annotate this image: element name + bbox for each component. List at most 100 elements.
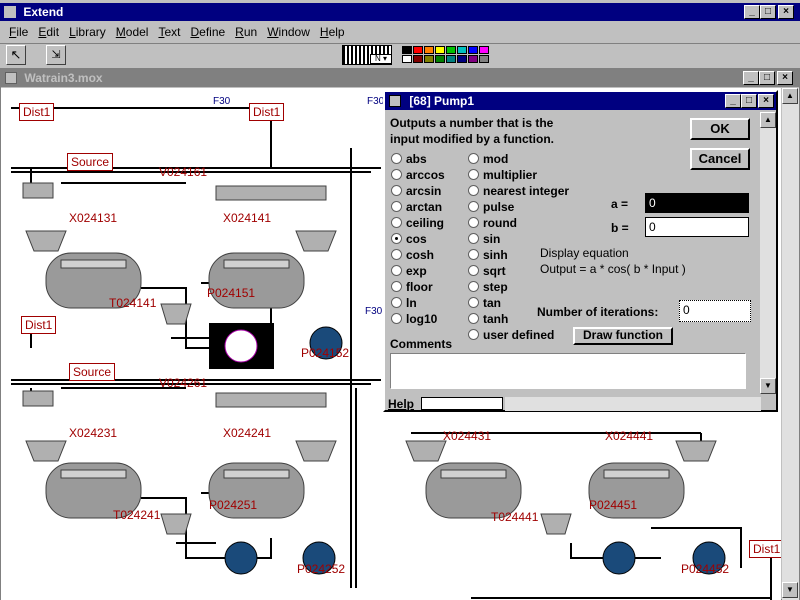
color-swatch[interactable] <box>435 55 445 63</box>
radio-icon[interactable] <box>391 169 402 180</box>
function-radio-floor[interactable]: floor <box>391 280 433 294</box>
color-swatch[interactable] <box>424 46 434 54</box>
function-radio-ln[interactable]: ln <box>391 296 417 310</box>
function-radio-cosh[interactable]: cosh <box>391 248 434 262</box>
radio-icon[interactable] <box>391 281 402 292</box>
menu-help[interactable]: Help <box>315 22 350 42</box>
radio-icon[interactable] <box>391 201 402 212</box>
scroll-down-icon[interactable]: ▼ <box>782 582 798 598</box>
menu-file[interactable]: File <box>4 22 33 42</box>
color-swatch[interactable] <box>479 46 489 54</box>
function-radio-sinh[interactable]: sinh <box>468 248 508 262</box>
source-label[interactable]: Source <box>69 363 116 381</box>
function-radio-abs[interactable]: abs <box>391 152 427 166</box>
radio-icon[interactable] <box>468 329 479 340</box>
model-vertical-scrollbar[interactable]: ▲ ▼ <box>782 88 799 600</box>
radio-icon[interactable] <box>391 313 402 324</box>
dialog-scroll-up-icon[interactable]: ▲ <box>760 112 776 128</box>
dialog-vertical-scrollbar[interactable]: ▲ ▼ <box>760 112 776 394</box>
dist-label[interactable]: Dist1 <box>249 103 285 121</box>
function-radio-tanh[interactable]: tanh <box>468 312 508 326</box>
radio-icon[interactable] <box>391 265 402 276</box>
comments-textarea[interactable] <box>390 353 746 389</box>
function-radio-log10[interactable]: log10 <box>391 312 437 326</box>
dialog-close-button[interactable]: × <box>758 94 774 108</box>
color-swatch[interactable] <box>468 46 478 54</box>
model-close-button[interactable]: × <box>777 71 793 85</box>
color-swatch[interactable] <box>435 46 445 54</box>
iterations-input[interactable]: 0 <box>679 300 751 322</box>
function-radio-exp[interactable]: exp <box>391 264 427 278</box>
color-swatch[interactable] <box>413 55 423 63</box>
color-swatch[interactable] <box>457 46 467 54</box>
radio-icon[interactable] <box>391 249 402 260</box>
function-radio-pulse[interactable]: pulse <box>468 200 514 214</box>
function-radio-sin[interactable]: sin <box>468 232 500 246</box>
dist-label[interactable]: Dist1 <box>19 103 55 121</box>
model-minimize-button[interactable]: _ <box>743 71 759 85</box>
source-label[interactable]: Source <box>67 153 114 171</box>
color-palette[interactable] <box>400 45 490 65</box>
menu-run[interactable]: Run <box>230 22 262 42</box>
radio-icon[interactable] <box>468 217 479 228</box>
function-radio-mod[interactable]: mod <box>468 152 508 166</box>
dialog-maximize-button[interactable]: □ <box>741 94 757 108</box>
pattern-dropdown-icon[interactable]: N ▾ <box>370 54 392 64</box>
function-radio-arccos[interactable]: arccos <box>391 168 445 182</box>
radio-icon[interactable] <box>391 233 402 244</box>
radio-icon[interactable] <box>468 201 479 212</box>
close-button[interactable]: × <box>778 5 794 19</box>
color-swatch[interactable] <box>402 46 412 54</box>
function-radio-arctan[interactable]: arctan <box>391 200 442 214</box>
color-swatch[interactable] <box>479 55 489 63</box>
radio-icon[interactable] <box>391 153 402 164</box>
radio-icon[interactable] <box>468 265 479 276</box>
radio-icon[interactable] <box>391 217 402 228</box>
horizontal-scrollbar[interactable] <box>505 397 761 411</box>
cancel-button[interactable]: Cancel <box>690 148 750 170</box>
function-radio-round[interactable]: round <box>468 216 517 230</box>
draw-function-button[interactable]: Draw function <box>573 327 673 345</box>
maximize-button[interactable]: □ <box>760 5 776 19</box>
menu-model[interactable]: Model <box>111 22 154 42</box>
dialog-minimize-button[interactable]: _ <box>725 94 741 108</box>
minimize-button[interactable]: _ <box>744 5 760 19</box>
color-swatch[interactable] <box>402 55 412 63</box>
function-radio-step[interactable]: step <box>468 280 508 294</box>
color-swatch[interactable] <box>413 46 423 54</box>
pointer-tool-button[interactable]: ↖ <box>6 45 26 65</box>
radio-icon[interactable] <box>468 233 479 244</box>
function-radio-tan[interactable]: tan <box>468 296 501 310</box>
radio-icon[interactable] <box>391 297 402 308</box>
radio-icon[interactable] <box>468 185 479 196</box>
connector-tool-button[interactable]: ⇲ <box>46 45 66 65</box>
color-swatch[interactable] <box>457 55 467 63</box>
radio-icon[interactable] <box>391 185 402 196</box>
dist-label[interactable]: Dist1 <box>749 540 781 558</box>
dialog-menu-icon[interactable] <box>389 95 401 107</box>
scroll-up-icon[interactable]: ▲ <box>782 88 798 104</box>
function-radio-sqrt[interactable]: sqrt <box>468 264 506 278</box>
menu-text[interactable]: Text <box>153 22 185 42</box>
model-maximize-button[interactable]: □ <box>759 71 775 85</box>
radio-icon[interactable] <box>468 297 479 308</box>
function-radio-user-defined[interactable]: user defined <box>468 328 554 342</box>
color-swatch[interactable] <box>424 55 434 63</box>
menu-define[interactable]: Define <box>185 22 230 42</box>
function-radio-ceiling[interactable]: ceiling <box>391 216 444 230</box>
radio-icon[interactable] <box>468 313 479 324</box>
help-text-field[interactable] <box>421 397 503 410</box>
function-radio-nearest-integer[interactable]: nearest integer <box>468 184 569 198</box>
function-radio-cos[interactable]: cos <box>391 232 427 246</box>
color-swatch[interactable] <box>446 55 456 63</box>
ok-button[interactable]: OK <box>690 118 750 140</box>
dist-label[interactable]: Dist1 <box>21 316 57 334</box>
color-swatch[interactable] <box>468 55 478 63</box>
radio-icon[interactable] <box>468 281 479 292</box>
radio-icon[interactable] <box>468 153 479 164</box>
color-swatch[interactable] <box>446 46 456 54</box>
dialog-scroll-down-icon[interactable]: ▼ <box>760 378 776 394</box>
b-input[interactable]: 0 <box>645 217 749 237</box>
radio-icon[interactable] <box>468 249 479 260</box>
menu-edit[interactable]: Edit <box>33 22 64 42</box>
